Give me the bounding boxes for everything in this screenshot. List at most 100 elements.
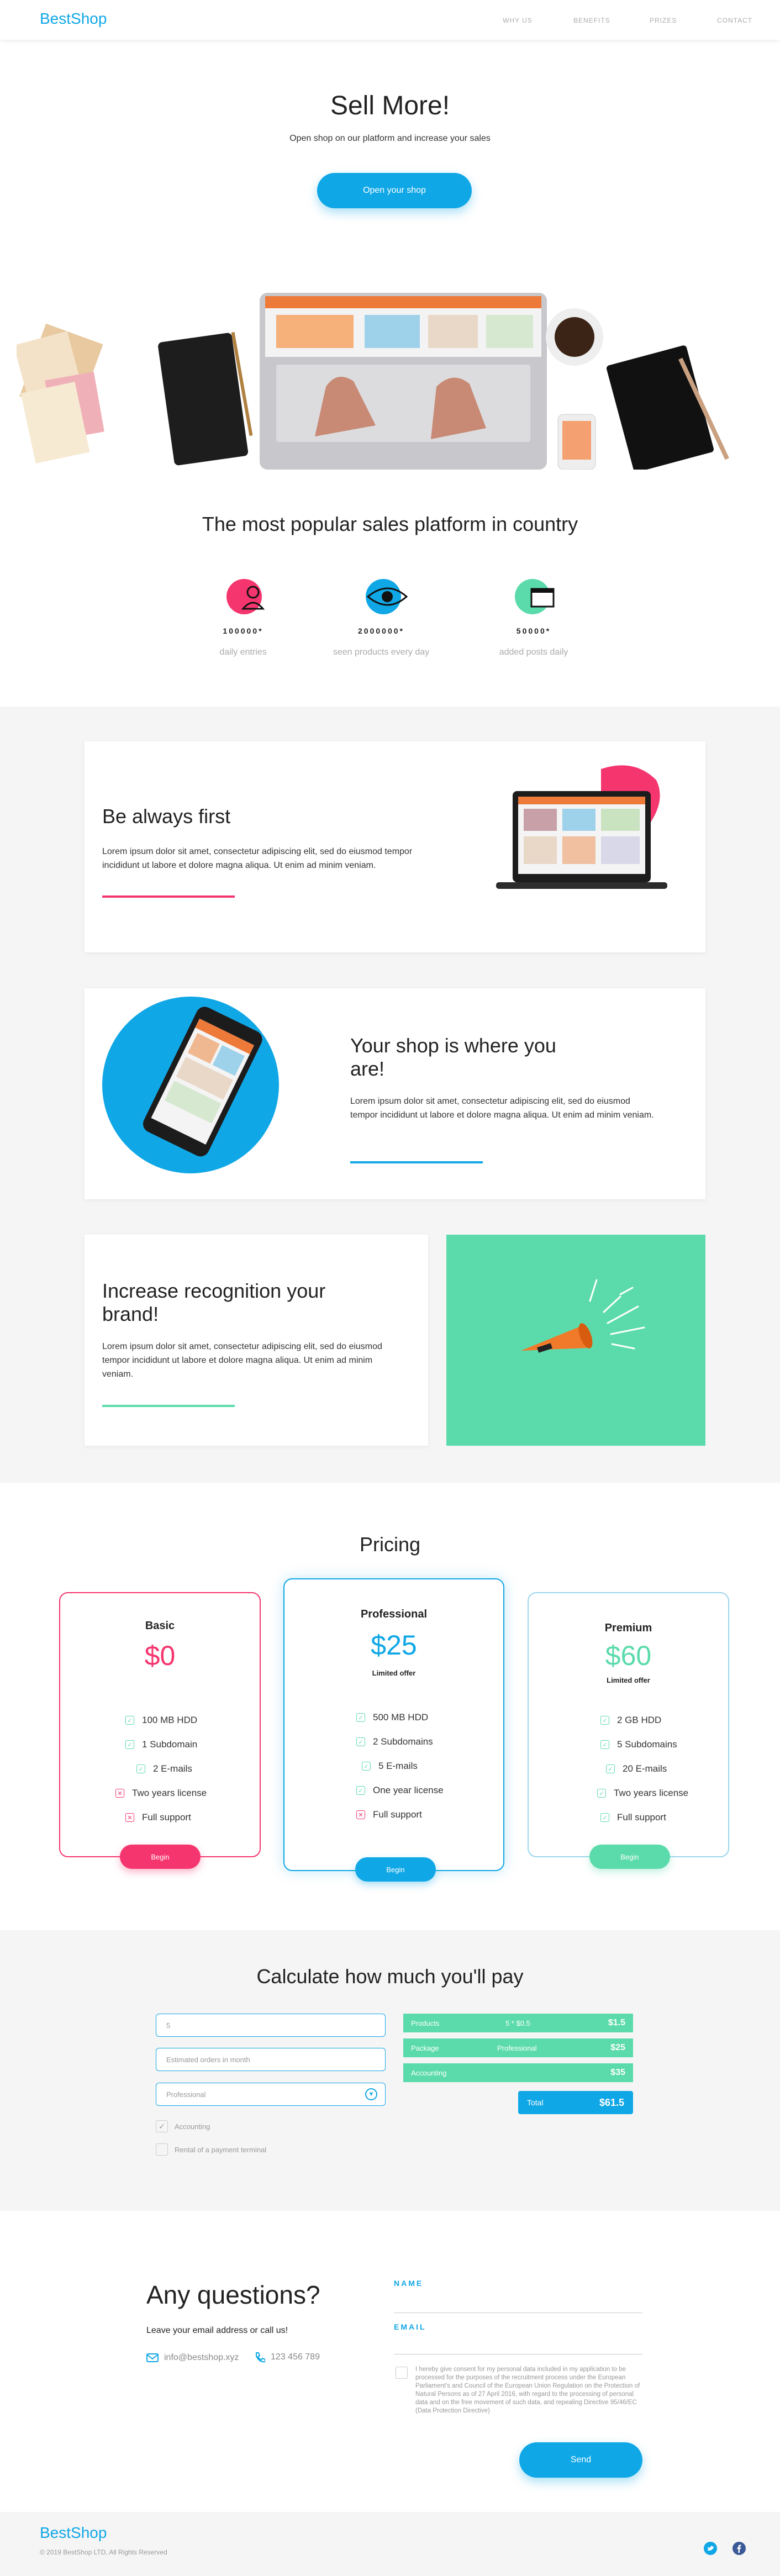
facebook-icon[interactable] (732, 2542, 746, 2555)
stat-label: added posts daily (499, 647, 568, 657)
contact-email[interactable]: info@bestshop.xyz (146, 2353, 239, 2363)
plan-feature: ✓ 1 Subdomain (125, 1732, 207, 1757)
hero-subtitle: Open shop on our platform and increase y… (289, 134, 491, 143)
send-button[interactable]: Send (519, 2442, 642, 2478)
checkbox-checked-icon: ✓ (156, 2120, 168, 2132)
feature-text: Lorem ipsum dolor sit amet, consectetur … (350, 1097, 654, 1120)
footer-logo[interactable]: BestShop (40, 2524, 107, 2542)
plan-feature: ✕ Two years license (115, 1781, 207, 1805)
plan-name: Premium (604, 1622, 652, 1634)
feature-text: Lorem ipsum dolor sit amet, consectetur … (102, 1342, 382, 1379)
header: BestShop WHY US BENEFITS PRIZES CONTACT (0, 0, 780, 40)
nav-prizes[interactable]: PRIZES (650, 17, 677, 24)
plan-feature: ✓ 2 E-mails (136, 1757, 207, 1781)
feature-card-shop: Your shop is where you are! Lorem ipsum … (85, 988, 705, 1199)
feature-underline (350, 1161, 483, 1163)
feature-text: Lorem ipsum dolor sit amet, consectetur … (102, 847, 413, 870)
contact-phone[interactable]: 123 456 789 (254, 2352, 320, 2363)
plan-features: ✓ 500 MB HDD ✓ 2 Subdomains ✓ 5 E-mails ✓ On… (356, 1705, 444, 1827)
page: BestShop WHY US BENEFITS PRIZES CONTACT … (0, 0, 780, 2576)
footer: BestShop © 2019 BestShop LTD, All Rights… (0, 2512, 780, 2576)
limited-offer-label: Limited offer (372, 1669, 416, 1677)
begin-button-professional[interactable]: Begin (355, 1857, 436, 1882)
plan-feature: ✓ 2 GB HDD (600, 1708, 688, 1732)
coffee-cup-image (546, 308, 603, 366)
plan-card-basic: Basic $0 ✓ 100 MB HDD ✓ 1 Subdomain ✓ 2 E-m… (59, 1592, 261, 1869)
contact-title: Any questions? (146, 2280, 320, 2309)
plan-price: $25 (371, 1630, 417, 1661)
email-label: EMAIL (394, 2322, 426, 2331)
calculator-title: Calculate how much you'll pay (256, 1965, 524, 1988)
nav-benefits[interactable]: BENEFITS (573, 17, 610, 24)
plan-feature: ✓ Two years license (597, 1781, 688, 1805)
phone-image (557, 414, 596, 470)
checkbox-empty-icon (156, 2143, 168, 2156)
summary-row-accounting: Accounting $35 (403, 2063, 633, 2082)
plan-name: Basic (145, 1620, 175, 1632)
consent-text: I hereby give consent for my personal da… (415, 2366, 640, 2414)
nav-contact[interactable]: CONTACT (717, 17, 752, 24)
check-icon: ✓ (356, 1786, 365, 1795)
check-icon: ✓ (362, 1762, 371, 1771)
accounting-checkbox[interactable]: ✓ Accounting (156, 2120, 210, 2132)
name-input[interactable] (394, 2312, 642, 2313)
feature-title: Be always first (102, 805, 231, 828)
total-box: Total $61.5 (518, 2091, 633, 2114)
name-label: NAME (394, 2279, 424, 2288)
nav-why-us[interactable]: WHY US (503, 17, 533, 24)
stat-value: 100000* (223, 626, 263, 635)
products-quantity-input[interactable]: 5 (156, 2014, 386, 2037)
phone-icon (256, 2352, 265, 2363)
check-icon: ✓ (125, 1740, 134, 1749)
check-icon: ✓ (600, 1716, 609, 1725)
hero-illustration (17, 293, 729, 470)
check-icon: ✓ (356, 1737, 365, 1746)
contact-subtitle: Leave your email address or call us! (146, 2326, 288, 2335)
plan-feature: ✕ Full support (356, 1803, 444, 1827)
window-icon (515, 579, 555, 614)
phone-screen-image (102, 997, 279, 1173)
check-icon: ✓ (125, 1716, 134, 1725)
eye-icon (366, 579, 408, 614)
plan-features: ✓ 100 MB HDD ✓ 1 Subdomain ✓ 2 E-mails ✕ Two… (115, 1708, 207, 1830)
check-icon: ✓ (597, 1789, 606, 1798)
stat-value: 2000000* (358, 626, 404, 635)
feature-title: Your shop is where you are! (350, 1034, 556, 1080)
total-label: Total (527, 2098, 544, 2107)
begin-button-premium[interactable]: Begin (589, 1845, 670, 1869)
feature-card-brand: Increase recognition your brand! Lorem i… (85, 1235, 428, 1446)
laptop-screen-image (496, 765, 667, 889)
person-icon (226, 579, 265, 614)
stat-label: seen products every day (333, 647, 430, 657)
begin-button-basic[interactable]: Begin (120, 1845, 201, 1869)
feature-card-first: Be always first Lorem ipsum dolor sit am… (85, 741, 705, 952)
hero-title: Sell More! (330, 91, 450, 120)
twitter-icon[interactable] (704, 2542, 717, 2555)
copyright: © 2019 BestShop LTD, All Rights Reserved (40, 2548, 167, 2556)
orders-input[interactable]: Estimated orders in month (156, 2048, 386, 2071)
summary-row-products: Products 5 * $0.5 $1.5 (403, 2014, 633, 2032)
stats-title: The most popular sales platform in count… (202, 513, 578, 535)
pricing-title: Pricing (359, 1533, 421, 1556)
package-select[interactable]: Professional ▼ (156, 2083, 386, 2106)
black-book-image (607, 345, 729, 470)
stat-value: 50000* (516, 626, 551, 635)
terminal-checkbox[interactable]: Rental of a payment terminal (156, 2143, 266, 2156)
stat-icon-person (226, 575, 271, 621)
package-select-value: Professional (166, 2090, 206, 2099)
laptop-image (260, 293, 547, 470)
cross-icon: ✕ (115, 1789, 124, 1798)
plan-feature: ✓ 100 MB HDD (125, 1708, 207, 1732)
open-shop-button[interactable]: Open your shop (317, 173, 472, 208)
limited-offer-label: Limited offer (607, 1676, 650, 1684)
plan-price: $60 (605, 1640, 652, 1671)
logo[interactable]: BestShop (40, 10, 107, 28)
consent-checkbox[interactable] (396, 2367, 408, 2379)
plan-feature: ✓ 5 E-mails (362, 1754, 444, 1778)
cross-icon: ✕ (125, 1813, 134, 1822)
plan-feature: ✓ 2 Subdomains (356, 1730, 444, 1754)
plan-feature: ✓ Full support (600, 1805, 688, 1830)
calc-summary: Products 5 * $0.5 $1.5 Package Professio… (403, 2014, 633, 2082)
megaphone-image-panel (446, 1235, 705, 1446)
total-value: $61.5 (599, 2096, 624, 2108)
